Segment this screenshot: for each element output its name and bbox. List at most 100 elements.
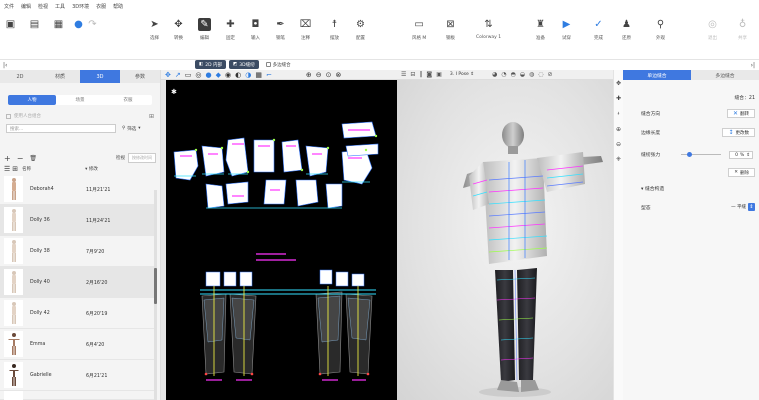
3d-layer-icon[interactable]: ⊟ [410, 71, 415, 78]
tab-3d[interactable]: 3D [80, 70, 120, 83]
quick-save-group[interactable]: ▣ [4, 18, 17, 31]
tile-view-icon[interactable]: ⊞ [12, 165, 18, 173]
zoom-fit-icon[interactable]: ⊙ [326, 71, 332, 79]
search-input[interactable]: 搜索... [6, 124, 116, 133]
tab-material[interactable]: 材质 [40, 70, 80, 83]
3d-garment-window[interactable] [397, 80, 613, 400]
move-tool-icon[interactable]: ✥ [616, 80, 621, 87]
col-modified[interactable]: ▾ 修改 [85, 166, 98, 172]
tool-select[interactable]: ➤ 选择 [148, 18, 161, 41]
view-texture-icon[interactable]: ◓ [511, 71, 516, 78]
tool-share[interactable]: ♁ 共享 [736, 18, 749, 41]
2d-circle-icon[interactable]: ◎ [195, 71, 201, 79]
pin-tool-icon[interactable]: ✚ [616, 95, 621, 102]
2d-pattern-window[interactable]: ✱ [166, 80, 397, 400]
tool-style[interactable]: ▭ 风格 M [412, 18, 426, 41]
collapse-right-icon[interactable]: ›| [751, 62, 755, 69]
avatar-list-item[interactable]: Gabrielle 6月21'21 [0, 360, 154, 391]
pose-selector[interactable]: 3. I Pose ⇕ [450, 72, 474, 77]
snapshot-icon[interactable]: ▣ [436, 71, 442, 78]
2d-transform-icon[interactable]: ↗ [175, 71, 181, 79]
view-avatar-icon[interactable]: ◍ [529, 71, 534, 78]
add-icon[interactable]: + [4, 154, 11, 163]
tool-exit[interactable]: ◎ 退出 [706, 18, 719, 41]
avatar-combo-option[interactable]: 使用人台组合 ⊞ [6, 112, 154, 120]
tool-transform[interactable]: ✥ 转换 [172, 18, 185, 41]
grid-tool-icon[interactable]: ⁜ [616, 156, 621, 163]
zoom-in-icon[interactable]: ⊕ [306, 71, 312, 79]
sub-tab-avatar[interactable]: 人物 [8, 95, 56, 105]
col-name[interactable]: 名称 [22, 166, 31, 172]
view-stress-icon[interactable]: ◒ [520, 71, 525, 78]
avatar-list-item[interactable]: Dolly 38 7月9'20 [0, 236, 154, 267]
pattern-canvas[interactable]: ✱ [166, 80, 397, 400]
2d-ruler-icon[interactable]: ⌐ [266, 71, 272, 79]
camera-icon[interactable]: ◙ [426, 71, 432, 78]
menu-view[interactable]: 检视 [38, 3, 48, 10]
menu-tools[interactable]: 工具 [55, 3, 65, 10]
2d-grid-icon[interactable]: ▦ [255, 71, 262, 79]
multi-seam-checkbox[interactable]: 多边缝合 [262, 60, 295, 69]
flip-button[interactable]: ✕ 翻转 [726, 109, 755, 118]
sort-select[interactable]: 按修改时间 [128, 153, 156, 163]
zoom-tool-icon[interactable]: ⊕ [616, 126, 621, 133]
remove-icon[interactable]: − [17, 154, 24, 163]
menu-garment[interactable]: 衣服 [96, 3, 106, 10]
2d-rectangle-icon[interactable]: ▭ [185, 71, 192, 79]
avatar-list-item[interactable]: Deborah4 11月21'21 [0, 174, 154, 205]
tension-slider-handle[interactable] [687, 152, 692, 157]
quick-grid-group[interactable]: ▦ [52, 18, 65, 31]
delete-button[interactable]: ✕ 删除 [728, 168, 755, 177]
tool-settings[interactable]: ⚙ 配置 [354, 18, 367, 41]
tool-appearance[interactable]: ⚲ 外观 [654, 18, 667, 41]
avatar-list-item[interactable]: Dolly 42 6月20'19 [0, 298, 154, 329]
list-scroll-thumb[interactable] [154, 268, 157, 304]
tool-pin[interactable]: ✚ 固定 [224, 18, 237, 41]
tab-single-seam[interactable]: 单边缝合 [623, 70, 691, 80]
measure-tool-icon[interactable]: ⍖ [617, 110, 621, 118]
section-header[interactable]: ▾ 缝合构造 [641, 185, 664, 192]
menu-edit[interactable]: 编辑 [21, 3, 31, 10]
avatar-list-item[interactable]: Emma 6月4'20 [0, 329, 154, 360]
2d-internal-icon[interactable]: ● [205, 71, 211, 79]
zoom-out-icon[interactable]: ⊖ [316, 71, 322, 79]
menu-3d-env[interactable]: 3D环境 [72, 3, 89, 10]
collapse-left-icon[interactable]: |‹ [3, 62, 7, 69]
tool-input[interactable]: ◘ 输入 [249, 18, 262, 41]
zoom-out-tool-icon[interactable]: ⊖ [616, 141, 621, 148]
sub-tab-scene[interactable]: 场景 [56, 95, 104, 105]
fold-type-select[interactable]: 一 平缝 ⇕ [731, 203, 755, 211]
2d-seam-icon[interactable]: ◉ [225, 71, 231, 79]
2d-free-seam-icon[interactable]: ◐ [235, 71, 241, 79]
tab-multi-seam[interactable]: 多边缝合 [691, 70, 759, 80]
tool-complete[interactable]: ✓ 完成 [592, 18, 605, 41]
tool-prepare[interactable]: ♜ 准备 [534, 18, 547, 41]
tool-arrange[interactable]: ☨ 摆放 [328, 18, 341, 41]
tool-undo[interactable]: ♟ 还原 [620, 18, 633, 41]
swap-button[interactable]: ↕ 更改数 [722, 128, 755, 137]
menu-help[interactable]: 帮助 [113, 3, 123, 10]
avatar-list-item[interactable]: Dolly 40 2月16'20 [0, 267, 154, 298]
quick-open-group[interactable]: ▤ [28, 18, 41, 31]
pattern-mode-chip[interactable]: ◧ 2D 内部 [195, 60, 227, 69]
2d-select-icon[interactable]: ✥ [165, 71, 171, 79]
tab-parameters[interactable]: 参数 [120, 70, 160, 83]
tension-input[interactable]: 0 % ⇕ [729, 151, 753, 159]
trash-icon[interactable]: 🗑 [29, 155, 37, 162]
view-garment-icon[interactable]: ◌ [538, 71, 543, 78]
tool-simulate[interactable]: ▶ 试穿 [560, 18, 573, 41]
tool-pen[interactable]: ✒ 钢笔 [274, 18, 287, 41]
avatar-list-item[interactable]: Dolly 36 11月24'21 [0, 205, 154, 236]
avatar-list-item[interactable] [0, 390, 154, 400]
sub-tab-garment[interactable]: 衣服 [104, 95, 152, 105]
2d-tape-icon[interactable]: ◑ [245, 71, 251, 79]
tool-board[interactable]: ⊠ 钢板 [444, 18, 457, 41]
tool-note[interactable]: ⌧ 注释 [299, 18, 312, 41]
menu-file[interactable]: 文件 [4, 3, 14, 10]
zoom-box-icon[interactable]: ⊗ [335, 71, 341, 79]
list-view-icon[interactable]: ☰ [4, 165, 10, 173]
view-front-icon[interactable]: ◕ [492, 71, 497, 78]
view-settings-icon[interactable]: ⊘ [548, 71, 553, 78]
quick-record-button[interactable]: ● [72, 18, 85, 31]
tool-colorway[interactable]: ⇅ Colorway 1 [476, 18, 501, 40]
